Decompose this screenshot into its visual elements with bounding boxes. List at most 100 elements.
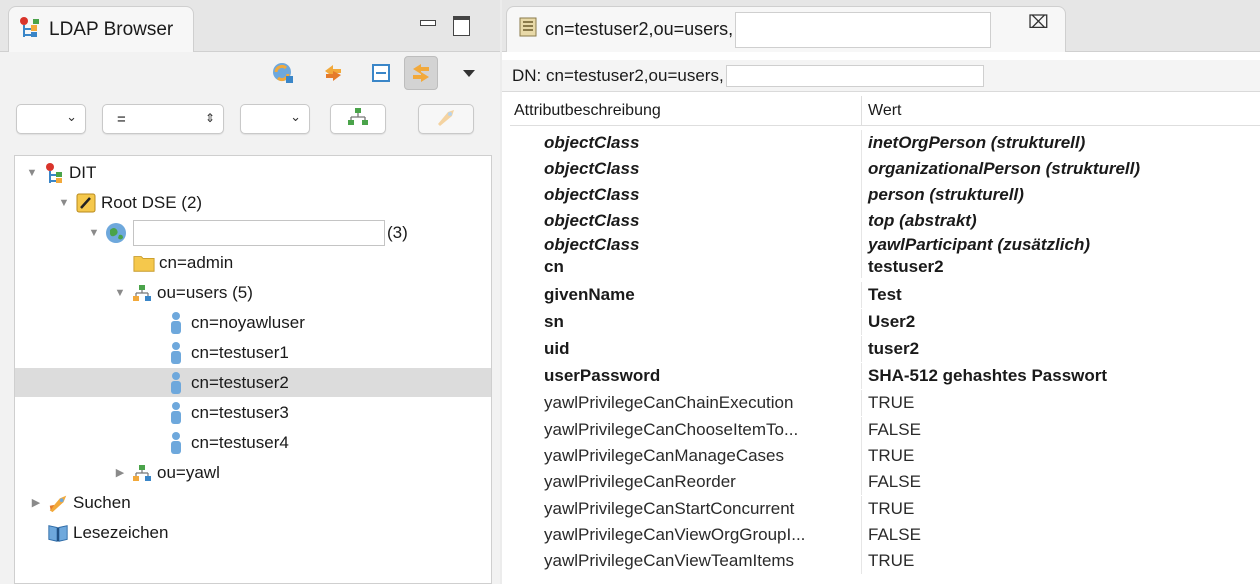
tree-item-searches[interactable]: ▶ Suchen [15,488,491,517]
attribute-combo[interactable]: ⌄ [16,104,86,134]
table-row[interactable]: yawlPrivilegeCanStartConcurrent TRUE [510,496,1260,522]
value-cell: yawlParticipant (zusätzlich) [868,235,1090,254]
table-row[interactable]: objectClass top (abstrakt) [510,208,1260,234]
tree-item-ou-yawl[interactable]: ▶ ou=yawl [15,458,491,487]
table-row[interactable]: givenName Test [510,282,1260,308]
ldap-tree[interactable]: ▼ DIT ▼ Root DSE (2) ▼ (3) cn=admin ▼ ou… [14,155,492,584]
expand-chevron-down-icon[interactable]: ▼ [25,167,39,179]
expand-chevron-down-icon[interactable]: ▼ [87,227,101,239]
tree-item-label: cn=testuser4 [191,432,289,452]
view-menu-chevron-down-icon[interactable] [452,56,486,90]
tree-item-label: cn=testuser1 [191,342,289,362]
value-cell: inetOrgPerson (strukturell) [868,133,1086,152]
value-cell: organizationalPerson (strukturell) [868,159,1141,178]
collapse-all-icon[interactable] [364,56,398,90]
column-header-attribute[interactable]: Attributbeschreibung [510,96,862,126]
maximize-view-button[interactable] [452,14,472,36]
tree-item-user[interactable]: cn=testuser3 [15,398,491,427]
tree-item-user[interactable]: cn=testuser1 [15,338,491,367]
attribute-cell: objectClass [510,156,862,182]
close-icon[interactable]: ⌧ [1028,12,1049,33]
attribute-cell: objectClass [510,182,862,208]
expand-chevron-down-icon[interactable]: ▼ [57,197,71,209]
tree-item-label: Root DSE (2) [101,192,203,212]
chevron-down-icon: ⌄ [290,109,301,124]
value-cell: TRUE [868,551,915,570]
table-header: Attributbeschreibung Wert [510,96,1260,126]
tab-entry-editor[interactable]: cn=testuser2,ou=users, [506,6,1066,52]
attribute-table[interactable]: Attributbeschreibung Wert objectClass in… [510,96,1260,584]
dn-label: DN: cn=testuser2,ou=users, [512,65,724,85]
table-row[interactable]: objectClass person (strukturell) [510,182,1260,208]
table-row[interactable]: yawlPrivilegeCanReorder FALSE [510,469,1260,495]
value-cell: FALSE [868,472,921,491]
root-dse-icon [75,192,97,214]
attribute-cell: yawlPrivilegeCanViewOrgGroupI... [510,522,862,548]
table-row[interactable]: cn testuser2 [510,256,1260,278]
table-row[interactable]: yawlPrivilegeCanViewOrgGroupI... FALSE [510,522,1260,548]
tree-item-root-dse[interactable]: ▼ Root DSE (2) [15,188,491,217]
tree-item-user[interactable]: cn=testuser4 [15,428,491,457]
tab-ldap-browser[interactable]: LDAP Browser [8,6,194,52]
table-row[interactable]: objectClass inetOrgPerson (strukturell) [510,130,1260,156]
value-cell: person (strukturell) [868,185,1024,204]
editor-tab-bar: cn=testuser2,ou=users, ⌧ [502,0,1260,52]
search-scope-button[interactable] [330,104,386,134]
dit-icon [43,162,65,184]
value-cell: TRUE [868,499,915,518]
tree-item-dit[interactable]: ▼ DIT [15,158,491,187]
ldap-browser-icon [19,16,43,43]
value-combo[interactable]: ⌄ [240,104,310,134]
minimize-view-button[interactable] [418,14,438,34]
table-row[interactable]: yawlPrivilegeCanChooseItemTo... FALSE [510,417,1260,443]
run-quick-search-button[interactable] [418,104,474,134]
attribute-cell: yawlPrivilegeCanChooseItemTo... [510,417,862,443]
quick-search-toolbar: ⌄ = ⇕ ⌄ [0,104,500,140]
sync-icon[interactable] [316,56,350,90]
user-icon [165,371,187,394]
table-row[interactable]: sn User2 [510,309,1260,335]
table-row[interactable]: objectClass organizationalPerson (strukt… [510,156,1260,182]
table-row[interactable]: yawlPrivilegeCanChainExecution TRUE [510,390,1260,416]
value-cell: testuser2 [868,257,944,276]
table-row[interactable]: yawlPrivilegeCanManageCases TRUE [510,443,1260,469]
tab-ldap-browser-label: LDAP Browser [49,18,174,40]
attribute-cell: objectClass [510,130,862,156]
globe-icon [105,222,127,244]
attribute-cell: yawlPrivilegeCanChainExecution [510,390,862,416]
table-row[interactable]: userPassword SHA-512 gehashtes Passwort [510,363,1260,389]
refresh-icon[interactable] [266,56,300,90]
expand-chevron-right-icon[interactable]: ▶ [113,466,127,479]
user-icon [165,431,187,454]
tree-item-user[interactable]: cn=noyawluser [15,308,491,337]
user-icon [165,311,187,334]
attribute-cell: sn [510,309,862,335]
operator-combo[interactable]: = ⇕ [102,104,224,134]
table-row[interactable]: objectClass yawlParticipant (zusätzlich) [510,234,1260,256]
expand-chevron-down-icon[interactable]: ▼ [113,287,127,299]
value-cell: SHA-512 gehashtes Passwort [868,366,1108,385]
redacted-dn-part [725,64,984,87]
org-unit-icon [131,282,153,304]
column-header-value[interactable]: Wert [862,96,1260,126]
browser-toolbar [0,56,500,96]
value-cell: User2 [868,312,916,331]
tree-item-ou-users[interactable]: ▼ ou=users (5) [15,278,491,307]
attribute-cell: uid [510,336,862,362]
table-row[interactable]: yawlPrivilegeCanViewTeamItems TRUE [510,548,1260,574]
value-cell: Test [868,285,902,304]
tree-item-admin[interactable]: cn=admin [15,248,491,277]
tree-item-bookmarks[interactable]: Lesezeichen [15,518,491,547]
tree-item-naming-context[interactable]: ▼ (3) [15,218,491,247]
attribute-cell: yawlPrivilegeCanManageCases [510,443,862,469]
entry-editor-icon [519,17,537,42]
expand-chevron-right-icon[interactable]: ▶ [29,496,43,509]
link-with-editor-icon[interactable] [404,56,438,90]
value-cell: TRUE [868,393,915,412]
value-cell: FALSE [868,525,921,544]
tree-item-user-selected[interactable]: cn=testuser2 [15,368,491,397]
attribute-cell: yawlPrivilegeCanReorder [510,469,862,495]
org-unit-icon [131,462,153,484]
table-row[interactable]: uid tuser2 [510,336,1260,362]
folder-icon [133,252,155,274]
